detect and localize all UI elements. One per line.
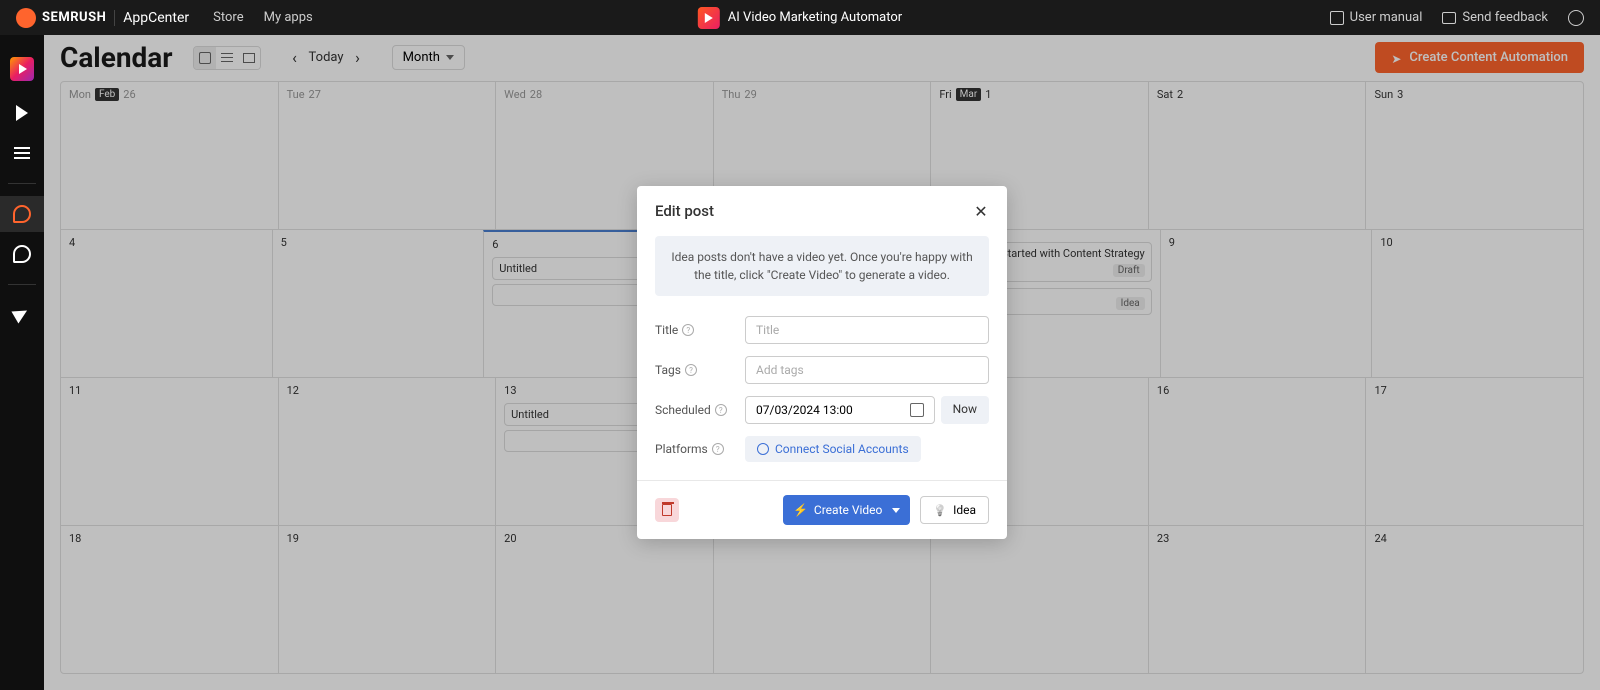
nav-myapps[interactable]: My apps [264, 10, 313, 25]
nav-store[interactable]: Store [213, 10, 243, 25]
palette-icon [13, 245, 31, 263]
help-icon[interactable]: ? [685, 364, 697, 376]
brand-text: SEMRUSH [42, 10, 106, 25]
sidebar [0, 35, 44, 690]
header-right: User manual Send feedback [1330, 10, 1584, 26]
help-icon[interactable]: ? [712, 443, 724, 455]
platforms-label: Platforms ? [655, 442, 735, 456]
bulb-icon [933, 503, 947, 517]
tags-row: Tags ? [637, 350, 1007, 390]
comment-icon [1442, 12, 1456, 24]
sidebar-divider [8, 183, 36, 184]
app-title-text: AI Video Marketing Automator [728, 10, 902, 25]
sidebar-videos[interactable] [0, 95, 44, 131]
appcenter-label[interactable]: AppCenter [114, 10, 189, 26]
modal-overlay[interactable]: Edit post ✕ Idea posts don't have a vide… [44, 35, 1600, 690]
help-icon[interactable]: ? [715, 404, 727, 416]
title-label: Title ? [655, 323, 735, 337]
modal-footer: Create Video Idea [637, 480, 1007, 539]
edit-post-modal: Edit post ✕ Idea posts don't have a vide… [637, 186, 1007, 539]
user-manual-link[interactable]: User manual [1330, 10, 1423, 25]
close-icon[interactable]: ✕ [973, 203, 989, 219]
help-icon[interactable]: ? [682, 324, 694, 336]
create-video-label: Create Video [814, 503, 882, 517]
calendar-icon [910, 403, 924, 417]
modal-header: Edit post ✕ [637, 186, 1007, 230]
user-manual-label: User manual [1350, 10, 1423, 25]
tags-input[interactable] [745, 356, 989, 384]
idea-label: Idea [953, 503, 976, 517]
send-feedback-link[interactable]: Send feedback [1442, 10, 1548, 25]
scheduled-input[interactable]: 07/03/2024 13:00 [745, 396, 935, 424]
platforms-row: Platforms ? Connect Social Accounts [637, 430, 1007, 468]
now-button[interactable]: Now [941, 396, 989, 424]
sidebar-divider [8, 284, 36, 285]
sidebar-brand-kit-2[interactable] [0, 236, 44, 272]
brand-logo: SEMRUSH [16, 8, 106, 28]
tags-label: Tags ? [655, 363, 735, 377]
gear-icon[interactable] [1568, 10, 1584, 26]
send-icon [14, 307, 30, 323]
scheduled-row: Scheduled ? 07/03/2024 13:00 Now [637, 390, 1007, 430]
modal-title: Edit post [655, 202, 714, 220]
book-icon [1330, 11, 1344, 25]
connect-accounts-button[interactable]: Connect Social Accounts [745, 436, 921, 462]
semrush-icon [16, 8, 36, 28]
delete-button[interactable] [655, 498, 679, 522]
connect-accounts-label: Connect Social Accounts [775, 442, 909, 456]
palette-icon [13, 205, 31, 223]
sidebar-send[interactable] [0, 297, 44, 333]
app-icon [698, 7, 720, 29]
modal-info-banner: Idea posts don't have a video yet. Once … [655, 236, 989, 296]
link-icon [755, 441, 772, 458]
chevron-down-icon [892, 508, 900, 513]
sidebar-list[interactable] [0, 135, 44, 171]
top-header: SEMRUSH AppCenter Store My apps AI Video… [0, 0, 1600, 35]
title-row: Title ? [637, 310, 1007, 350]
title-input[interactable] [745, 316, 989, 344]
header-nav: Store My apps [213, 10, 313, 25]
bolt-icon [793, 503, 808, 517]
main: Calendar ‹ Today › Month Create Content … [44, 35, 1600, 690]
sidebar-brand-kit-1[interactable] [0, 196, 44, 232]
trash-icon [662, 504, 672, 516]
list-icon [14, 147, 30, 159]
scheduled-label: Scheduled ? [655, 403, 735, 417]
play-gradient-icon [10, 57, 34, 81]
idea-button[interactable]: Idea [920, 496, 989, 524]
play-outline-icon [16, 105, 28, 121]
app-title: AI Video Marketing Automator [698, 7, 902, 29]
create-video-button[interactable]: Create Video [783, 495, 910, 525]
scheduled-value: 07/03/2024 13:00 [756, 403, 853, 417]
send-feedback-label: Send feedback [1462, 10, 1548, 25]
sidebar-app-icon[interactable] [0, 47, 44, 91]
